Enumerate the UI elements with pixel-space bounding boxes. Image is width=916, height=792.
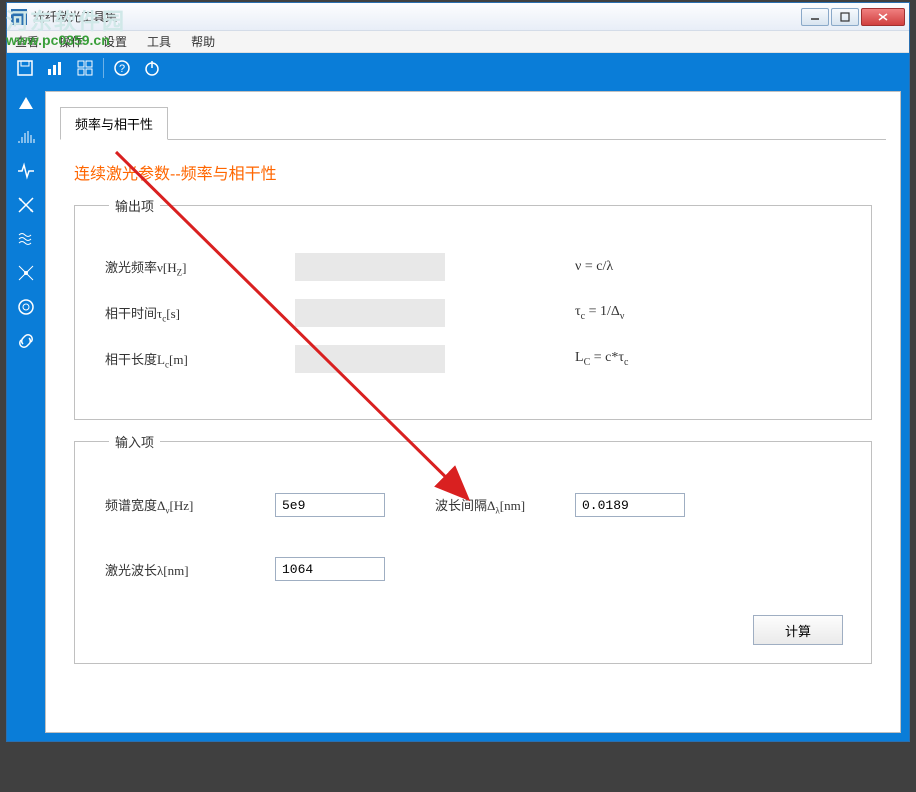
minimize-icon bbox=[810, 12, 820, 22]
menu-settings[interactable]: 设置 bbox=[99, 31, 131, 52]
side-diagarrows-icon[interactable] bbox=[12, 259, 40, 287]
app-icon bbox=[11, 9, 27, 25]
output-laser-frequency bbox=[295, 253, 445, 281]
input-legend: 输入项 bbox=[109, 432, 160, 451]
label-coherence-time: 相干时间τc[s] bbox=[105, 303, 265, 324]
menu-help[interactable]: 帮助 bbox=[187, 31, 219, 52]
row-coherence-length: 相干长度Lc[m] LC = c*τc bbox=[105, 345, 841, 373]
row-coherence-time: 相干时间τc[s] τc = 1/Δν bbox=[105, 299, 841, 327]
menu-view[interactable]: 查看 bbox=[11, 31, 43, 52]
label-laser-wavelength: 激光波长λ[nm] bbox=[105, 560, 275, 579]
label-coherence-length: 相干长度Lc[m] bbox=[105, 349, 265, 370]
titlebar: 光纤激光工具集 bbox=[7, 3, 909, 31]
side-spectrum-icon[interactable] bbox=[12, 123, 40, 151]
formula-coherence-time: τc = 1/Δν bbox=[575, 304, 624, 322]
tool-grid-icon[interactable] bbox=[73, 56, 97, 80]
minimize-button[interactable] bbox=[801, 8, 829, 26]
row-laser-frequency: 激光频率ν[HZ] ν = c/λ bbox=[105, 253, 841, 281]
side-crossarrows-icon[interactable] bbox=[12, 191, 40, 219]
tool-power-icon[interactable] bbox=[140, 56, 164, 80]
window-controls bbox=[801, 8, 905, 26]
output-coherence-time bbox=[295, 299, 445, 327]
input-spectral-width[interactable] bbox=[275, 493, 385, 517]
output-coherence-length bbox=[295, 345, 445, 373]
side-pulse-icon[interactable] bbox=[12, 157, 40, 185]
window-title: 光纤激光工具集 bbox=[33, 8, 801, 25]
input-fieldset: 输入项 频谱宽度Δν[Hz] 波长间隔Δλ[nm] 激光波长λ[nm] 计算 bbox=[74, 432, 872, 664]
formula-frequency: ν = c/λ bbox=[575, 259, 613, 275]
tab-bar: 频率与相干性 bbox=[60, 106, 886, 140]
row-spectral-width: 频谱宽度Δν[Hz] 波长间隔Δλ[nm] bbox=[105, 493, 841, 517]
panel-body: 连续激光参数--频率与相干性 输出项 激光频率ν[HZ] ν = c/λ 相干时… bbox=[60, 140, 886, 696]
sidebar bbox=[7, 83, 45, 741]
tool-help-icon[interactable]: ? bbox=[110, 56, 134, 80]
menu-tools[interactable]: 工具 bbox=[143, 31, 175, 52]
menubar: 查看 操作 设置 工具 帮助 bbox=[7, 31, 909, 53]
side-triangle-icon[interactable] bbox=[12, 89, 40, 117]
client-area: 频率与相干性 连续激光参数--频率与相干性 输出项 激光频率ν[HZ] ν = … bbox=[7, 83, 909, 741]
app-window: 光纤激光工具集 查看 操作 设置 工具 帮助 bbox=[6, 2, 910, 742]
label-laser-frequency: 激光频率ν[HZ] bbox=[105, 257, 265, 278]
side-target-icon[interactable] bbox=[12, 293, 40, 321]
section-title: 连续激光参数--频率与相干性 bbox=[74, 160, 876, 184]
maximize-icon bbox=[840, 12, 850, 22]
input-laser-wavelength[interactable] bbox=[275, 557, 385, 581]
close-button[interactable] bbox=[861, 8, 905, 26]
toolbar-separator bbox=[103, 58, 104, 78]
tool-bars-icon[interactable] bbox=[43, 56, 67, 80]
close-icon bbox=[877, 12, 889, 22]
tool-save-icon[interactable] bbox=[13, 56, 37, 80]
content-panel: 频率与相干性 连续激光参数--频率与相干性 输出项 激光频率ν[HZ] ν = … bbox=[45, 91, 901, 733]
output-fieldset: 输出项 激光频率ν[HZ] ν = c/λ 相干时间τc[s] τc = 1/Δ… bbox=[74, 196, 872, 420]
calculate-button[interactable]: 计算 bbox=[753, 615, 843, 645]
svg-text:?: ? bbox=[119, 63, 125, 75]
output-legend: 输出项 bbox=[109, 196, 160, 215]
tab-freq-coherence[interactable]: 频率与相干性 bbox=[60, 107, 168, 140]
label-wavelength-interval: 波长间隔Δλ[nm] bbox=[435, 495, 575, 516]
side-waves-icon[interactable] bbox=[12, 225, 40, 253]
menu-operate[interactable]: 操作 bbox=[55, 31, 87, 52]
maximize-button[interactable] bbox=[831, 8, 859, 26]
label-spectral-width: 频谱宽度Δν[Hz] bbox=[105, 495, 275, 516]
input-wavelength-interval[interactable] bbox=[575, 493, 685, 517]
row-laser-wavelength: 激光波长λ[nm] bbox=[105, 557, 841, 581]
formula-coherence-length: LC = c*τc bbox=[575, 350, 628, 368]
side-link-icon[interactable] bbox=[12, 327, 40, 355]
toolbar: ? bbox=[7, 53, 909, 83]
